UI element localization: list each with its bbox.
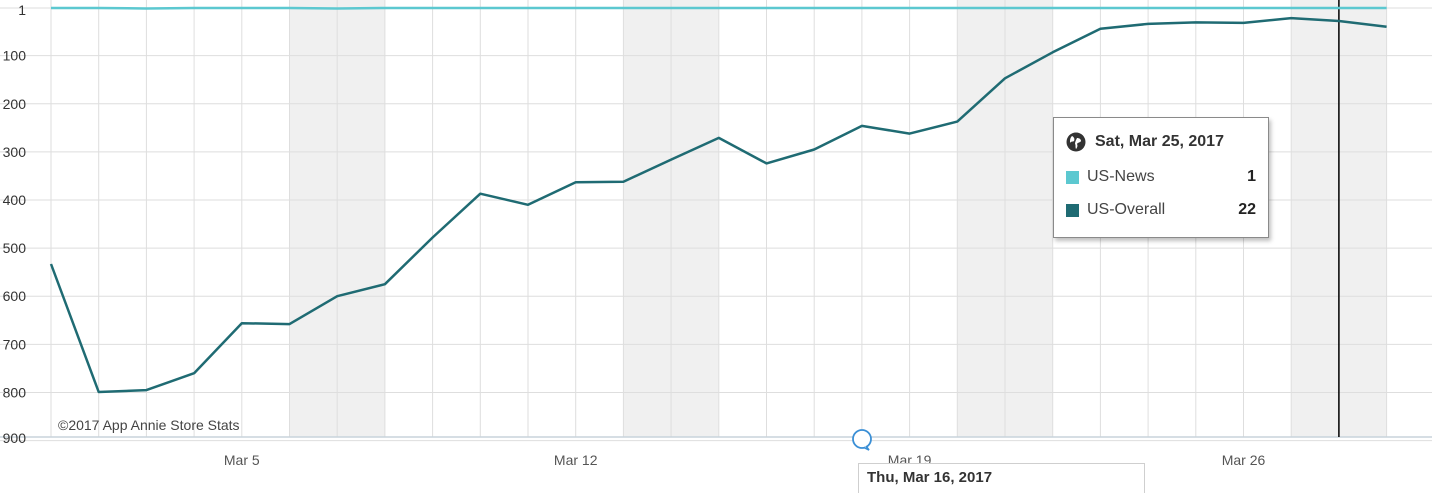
y-tick-label: 1 xyxy=(18,2,26,18)
y-tick-label: 600 xyxy=(3,288,27,304)
x-tick-label: Mar 26 xyxy=(1222,452,1266,468)
tooltip-series-value: 1 xyxy=(1247,168,1256,185)
tooltip-series-value: 22 xyxy=(1238,201,1256,218)
tooltip-date: Sat, Mar 25, 2017 xyxy=(1095,133,1224,150)
globe-icon xyxy=(1066,132,1086,152)
tooltip-row-us-overall: US-Overall 22 xyxy=(1066,201,1256,219)
y-tick-label: 300 xyxy=(3,144,27,160)
y-tick-label: 100 xyxy=(3,48,27,64)
hover-tooltip: Sat, Mar 25, 2017 US-News 1 US-Overall 2… xyxy=(1053,117,1269,238)
us-overall-swatch xyxy=(1066,203,1079,217)
y-tick-label: 800 xyxy=(3,384,27,400)
tooltip-series-name: US-News xyxy=(1087,168,1155,185)
y-axis-labels: 1 100 200 300 400 500 600 700 800 900 xyxy=(3,2,27,446)
annotation-marker-icon[interactable] xyxy=(849,428,875,452)
x-tick-label: Mar 5 xyxy=(224,452,260,468)
y-tick-label: 500 xyxy=(3,240,27,256)
chart-credit: ©2017 App Annie Store Stats xyxy=(58,417,240,433)
annotation-tooltip: Thu, Mar 16, 2017 xyxy=(858,463,1145,493)
x-tick-label: Mar 12 xyxy=(554,452,598,468)
tooltip-series-name: US-Overall xyxy=(1087,201,1166,218)
y-tick-label: 400 xyxy=(3,192,27,208)
y-tick-label: 700 xyxy=(3,336,27,352)
tooltip-row-us-news: US-News 1 xyxy=(1066,168,1256,186)
y-tick-label: 900 xyxy=(3,430,27,446)
y-tick-label: 200 xyxy=(3,96,27,112)
ranking-chart: 1 100 200 300 400 500 600 700 800 900 Mar 5 Mar 12… xyxy=(0,0,1432,468)
us-news-line xyxy=(51,6,1387,10)
us-news-swatch xyxy=(1066,170,1079,184)
